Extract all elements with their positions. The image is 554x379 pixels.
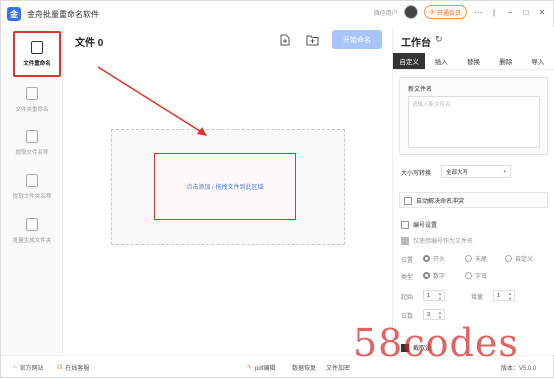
option-label: 开头	[433, 257, 446, 263]
stepper-arrows-icon[interactable]: ▲ ▼	[438, 291, 442, 301]
position-option-start[interactable]: 开头	[423, 254, 445, 263]
new-name-input[interactable]: 请输入新文件名	[408, 96, 540, 148]
tab-insert[interactable]: 插入	[425, 53, 457, 69]
pdf-link[interactable]: ✎ pdf编辑	[247, 363, 275, 372]
radio-button[interactable]	[423, 272, 430, 279]
website-link[interactable]: ⌂ 官方网站	[13, 363, 44, 372]
new-name-section: 新文件名 请输入新文件名	[399, 77, 548, 155]
refresh-icon[interactable]: ↻	[435, 34, 443, 45]
stepper-arrows-icon[interactable]: ▲ ▼	[438, 310, 442, 320]
case-label: 大小写转换	[401, 171, 432, 177]
position-option-custom[interactable]: 自定义	[505, 254, 533, 263]
app-window: 金 金舟批量重命名软件 微信用户 ♔ 开通会员 ⋯ | – □ ✕ 文件重命名 …	[0, 0, 554, 378]
only-number-row[interactable]: 仅使用编号作为文件名	[401, 236, 473, 245]
start-label: 起始	[401, 295, 414, 301]
tab-custom[interactable]: 自定义	[393, 53, 426, 69]
position-label: 位置	[401, 258, 414, 264]
step-stepper[interactable]: 1 ▲ ▼	[493, 290, 515, 301]
digits-label: 位数	[401, 314, 414, 320]
workbench-title: 工作台	[401, 38, 431, 49]
encrypt-link[interactable]: 文件加密	[326, 363, 350, 372]
tab-replace[interactable]: 替换	[457, 53, 489, 69]
auto-conflict-checkbox[interactable]	[404, 196, 412, 205]
only-number-checkbox[interactable]	[401, 236, 409, 245]
workbench-panel: 工作台 ↻ 自定义 插入 替换 删除 导入 新文件名 请输入新文件名 大小写转换…	[392, 27, 554, 355]
position-option-end[interactable]: 末尾	[465, 254, 487, 263]
option-label: 末尾	[475, 257, 488, 263]
watermark: 58codes	[353, 321, 519, 365]
pdf-label: pdf编辑	[255, 365, 276, 372]
headset-icon: ☊	[57, 364, 63, 371]
chevron-down-icon: ▾	[503, 168, 506, 175]
only-number-label: 仅使用编号作为文件名	[413, 239, 474, 245]
digits-stepper[interactable]: 3 ▲ ▼	[423, 309, 445, 320]
encrypt-label: 文件加密	[326, 365, 351, 372]
auto-conflict-section: 自动解决命名冲突	[399, 192, 548, 208]
data-recovery-link[interactable]: 数据恢复	[292, 363, 316, 372]
new-name-label: 新文件名	[408, 87, 433, 93]
radio-button[interactable]	[465, 272, 472, 279]
case-value: 全部大写	[446, 169, 469, 176]
radio-button[interactable]	[465, 255, 472, 262]
step-label: 增量	[471, 295, 484, 301]
pdf-icon: ✎	[247, 364, 253, 371]
radio-button[interactable]	[505, 255, 512, 262]
auto-conflict-label: 自动解决命名冲突	[416, 199, 465, 205]
workbench-tabs: 自定义 插入 替换 删除 导入	[393, 53, 554, 70]
type-option-number[interactable]: 数字	[423, 271, 445, 280]
option-label: 数字	[433, 274, 446, 280]
service-label: 在线客服	[65, 365, 90, 372]
numbering-label: 编号设置	[413, 223, 438, 229]
option-label: 字母	[475, 274, 488, 280]
tab-delete[interactable]: 删除	[490, 53, 522, 69]
type-label: 类型	[401, 275, 414, 281]
option-label: 自定义	[515, 257, 534, 263]
data-recovery-label: 数据恢复	[292, 365, 317, 372]
home-icon: ⌂	[13, 364, 17, 370]
numbering-section: 编号设置 仅使用编号作为文件名 位置 开头 末尾 自定义 类型 数字 字母 起始…	[399, 217, 548, 325]
tab-import[interactable]: 导入	[522, 53, 554, 69]
numbering-checkbox[interactable]	[401, 220, 409, 229]
radio-button[interactable]	[423, 255, 430, 262]
digits-value: 3	[427, 311, 431, 318]
step-value: 1	[497, 292, 501, 299]
numbering-row[interactable]: 编号设置	[401, 220, 437, 229]
auto-conflict-row[interactable]: 自动解决命名冲突	[404, 196, 464, 205]
new-name-placeholder: 请输入新文件名	[412, 102, 451, 108]
start-stepper[interactable]: 1 ▲ ▼	[423, 290, 445, 301]
type-option-letter[interactable]: 字母	[465, 271, 487, 280]
case-select[interactable]: 全部大写 ▾	[441, 165, 511, 178]
website-label: 官方网站	[19, 365, 44, 372]
stepper-arrows-icon[interactable]: ▲ ▼	[508, 291, 512, 301]
service-link[interactable]: ☊ 在线客服	[57, 363, 89, 372]
start-value: 1	[427, 292, 431, 299]
